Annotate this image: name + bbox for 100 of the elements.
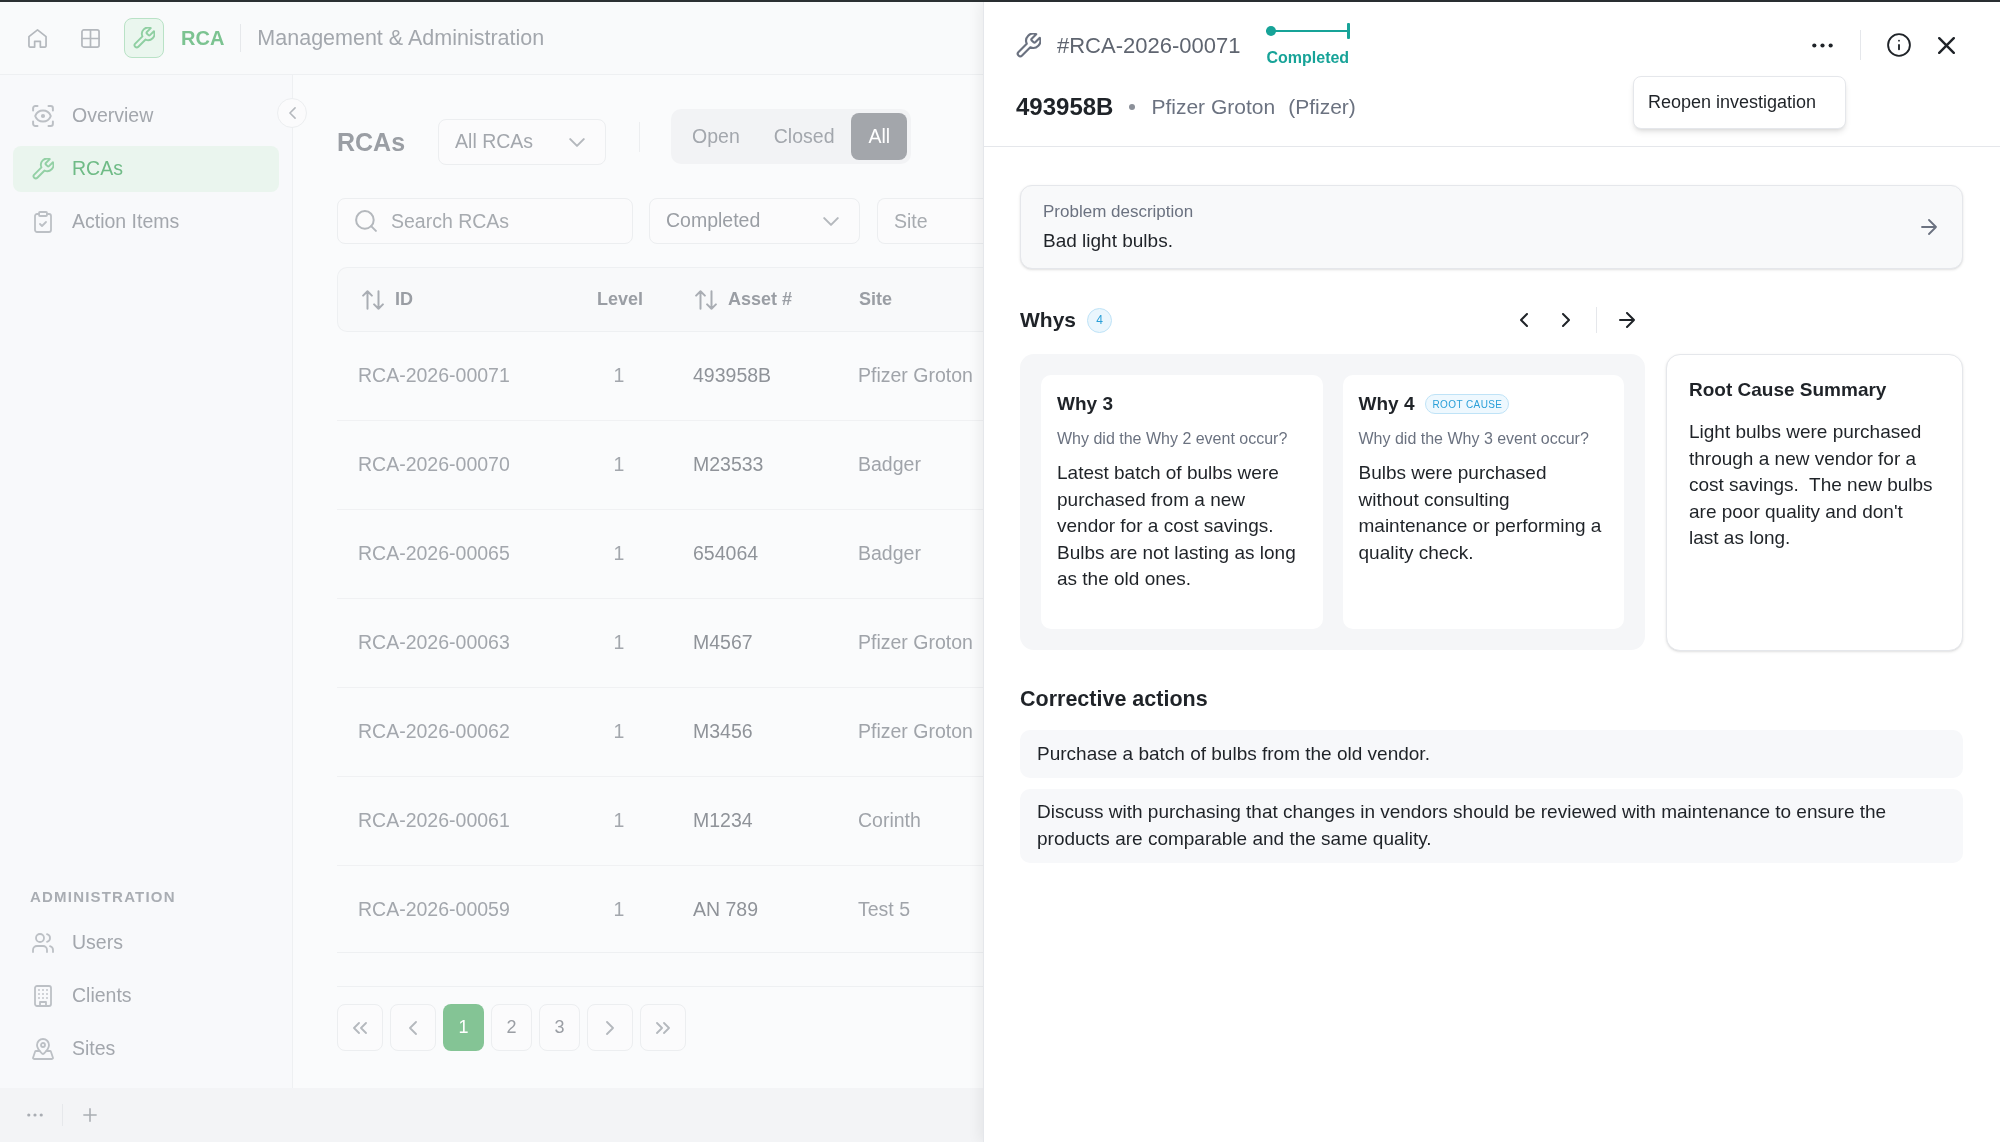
scope-dropdown[interactable]: All RCAs bbox=[438, 119, 607, 165]
clipboard-check-icon bbox=[32, 211, 54, 233]
site-name: Pfizer Groton bbox=[1151, 94, 1276, 121]
more-icon[interactable] bbox=[1812, 42, 1833, 48]
table-cell-text: RCA-2026-00071 bbox=[358, 363, 510, 389]
arrow-right-icon bbox=[1921, 219, 1937, 235]
sidebar-item[interactable]: Sites bbox=[13, 1026, 279, 1072]
table-cell-text: AN 789 bbox=[693, 897, 759, 923]
table-cell-text: Pfizer Groton bbox=[858, 719, 973, 745]
page-button[interactable]: 3 bbox=[539, 1004, 580, 1051]
wrench-icon bbox=[1016, 32, 1041, 58]
table-cell-text: Corinth bbox=[858, 808, 921, 834]
sort-arrows-icon bbox=[695, 289, 717, 310]
column-header[interactable]: ID bbox=[362, 286, 413, 313]
section-heading: Corrective actions bbox=[1020, 687, 1209, 711]
map-pin-icon bbox=[32, 1038, 54, 1060]
chevron-left-icon bbox=[288, 107, 296, 119]
why-answer: Latest batch of bulbs were purchased from a new vendor for a cost savings. Bulbs are not lasting as long as the old ones. bbox=[1057, 461, 1297, 591]
table-cell-text: 1 bbox=[613, 808, 625, 834]
filter-tab[interactable]: Open bbox=[675, 113, 757, 160]
info-icon[interactable] bbox=[1887, 33, 1911, 57]
chevron-right-icon[interactable] bbox=[1562, 313, 1570, 327]
table-cell-text: 1 bbox=[613, 897, 625, 923]
chevron-left-icon bbox=[409, 1020, 417, 1035]
previous-page-button[interactable] bbox=[390, 1004, 436, 1051]
filter-tab[interactable]: All bbox=[851, 113, 908, 160]
table-cell-text: RCA-2026-00070 bbox=[358, 452, 510, 478]
table-cell-text: Badger bbox=[858, 541, 921, 567]
last-page-button[interactable] bbox=[640, 1004, 686, 1051]
chevron-right-icon bbox=[606, 1020, 614, 1035]
sidebar-item[interactable]: RCAs bbox=[13, 146, 279, 192]
table-cell-text: RCA-2026-00065 bbox=[358, 541, 510, 567]
problem-card[interactable]: Problem description Bad light bulbs. bbox=[1020, 185, 1963, 269]
chevron-down-icon bbox=[569, 137, 586, 147]
table-cell-text: Test 5 bbox=[858, 897, 911, 923]
column-header: Site bbox=[859, 288, 892, 311]
table-cell-text: M3456 bbox=[693, 719, 753, 745]
action-item: Purchase a batch of bulbs from the old vendor. bbox=[1020, 730, 1963, 778]
field-label: Problem description bbox=[1043, 201, 1194, 222]
close-icon[interactable] bbox=[1938, 36, 1955, 54]
table-cell-text: 1 bbox=[613, 630, 625, 656]
client-name: (Pfizer) bbox=[1288, 94, 1356, 121]
summary-title: Root Cause Summary bbox=[1689, 378, 1888, 402]
table-cell-text: 1 bbox=[613, 541, 625, 567]
arrow-right-icon[interactable] bbox=[1619, 312, 1635, 328]
table-cell-text: 1 bbox=[613, 452, 625, 478]
why-question: Why did the Why 2 event occur? bbox=[1057, 429, 1289, 449]
problem-text: Bad light bulbs. bbox=[1043, 228, 1174, 253]
table-cell-text: 654064 bbox=[693, 541, 759, 567]
double-chevron-right-icon bbox=[656, 1021, 670, 1034]
search-field[interactable]: Search RCAs bbox=[337, 198, 633, 244]
summary-text: Light bulbs were purchased through a new vendor for a cost savings. The new bulbs are poor quality and don't last as long. bbox=[1689, 420, 1934, 550]
sort-arrows-icon bbox=[362, 289, 384, 310]
grid-icon[interactable] bbox=[81, 28, 100, 48]
sidebar-item[interactable]: Clients bbox=[13, 973, 279, 1019]
page-title: RCAs bbox=[337, 127, 406, 157]
table-cell-text: 1 bbox=[613, 363, 625, 389]
building-icon bbox=[32, 985, 54, 1007]
sidebar-item[interactable]: Overview bbox=[13, 93, 279, 139]
wrench-icon bbox=[124, 18, 164, 58]
why-question: Why did the Why 3 event occur? bbox=[1358, 429, 1590, 449]
plus-icon[interactable] bbox=[83, 1108, 97, 1122]
table-cell-text: RCA-2026-00063 bbox=[358, 630, 510, 656]
table-cell-text: M23533 bbox=[693, 452, 764, 478]
first-page-button[interactable] bbox=[337, 1004, 383, 1051]
table-cell-text: RCA-2026-00059 bbox=[358, 897, 510, 923]
users-icon bbox=[32, 932, 54, 954]
asset-number: 493958B bbox=[1016, 92, 1114, 122]
sidebar-item[interactable]: Action Items bbox=[13, 199, 279, 245]
table-cell-text: RCA-2026-00061 bbox=[358, 808, 510, 834]
table-cell-text: Badger bbox=[858, 452, 921, 478]
record-id: #RCA-2026-00071 bbox=[1057, 31, 1241, 60]
section-heading: ADMINISTRATION bbox=[30, 886, 177, 907]
status-dropdown[interactable]: Completed bbox=[649, 198, 860, 244]
column-header: Level bbox=[597, 288, 643, 311]
table-cell-text: RCA-2026-00062 bbox=[358, 719, 510, 745]
why-title: Why 3 bbox=[1057, 392, 1113, 416]
why-title: Why 4 bbox=[1358, 392, 1415, 416]
root-cause-badge: ROOT CAUSE bbox=[1425, 394, 1510, 414]
app-title: Management & Administration bbox=[257, 24, 545, 52]
table-cell-text: M4567 bbox=[693, 630, 753, 656]
page-button[interactable]: 1 bbox=[443, 1004, 484, 1051]
section-heading: Whys bbox=[1020, 307, 1076, 334]
next-page-button[interactable] bbox=[587, 1004, 633, 1051]
action-item: Discuss with purchasing that changes in vendors should be reviewed with maintenance to ensure the products are comparable and the same quality. bbox=[1020, 788, 1963, 863]
chevron-down-icon bbox=[823, 216, 839, 226]
table-cell-text: Pfizer Groton bbox=[858, 630, 973, 656]
site-field[interactable]: Site bbox=[877, 198, 983, 244]
filter-tab[interactable]: Closed bbox=[756, 113, 852, 160]
why-answer: Bulbs were purchased without consulting maintenance or performing a quality check. bbox=[1358, 461, 1603, 565]
menu-item[interactable]: Reopen investigation bbox=[1634, 89, 1845, 116]
table-cell-text: M1234 bbox=[693, 808, 753, 834]
column-header[interactable]: Asset # bbox=[695, 286, 793, 313]
page-button[interactable]: 2 bbox=[491, 1004, 532, 1051]
status-label: Completed bbox=[1266, 47, 1351, 68]
collapse-button[interactable] bbox=[277, 98, 307, 128]
double-chevron-left-icon bbox=[353, 1021, 367, 1034]
sidebar-item[interactable]: Users bbox=[13, 920, 279, 966]
chevron-left-icon[interactable] bbox=[1520, 313, 1528, 327]
home-icon[interactable] bbox=[28, 28, 47, 48]
